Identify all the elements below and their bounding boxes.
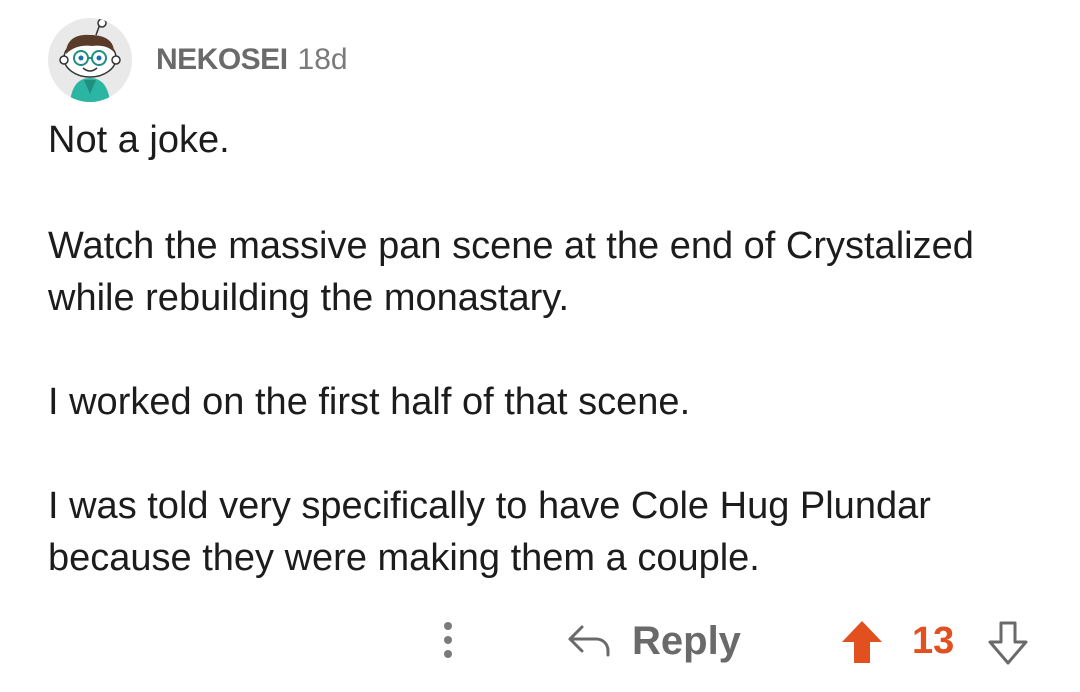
kebab-menu-icon	[444, 622, 452, 630]
comment-age: 18d	[297, 43, 348, 76]
comment-paragraph: I was told very specifically to have Col…	[48, 485, 931, 579]
reply-label: Reply	[632, 618, 741, 663]
downvote-arrow-icon	[988, 621, 1028, 665]
kebab-menu-dot	[444, 650, 452, 658]
more-options-button[interactable]	[436, 618, 460, 662]
comment-header: NEKOSEI 18d	[48, 18, 348, 102]
comment: NEKOSEI 18d Not a joke. Watch the massiv…	[0, 0, 1080, 692]
vote-score: 13	[912, 620, 955, 662]
comment-paragraph: Watch the massive pan scene at the end o…	[48, 225, 974, 319]
kebab-menu-dot	[444, 636, 452, 644]
downvote-button[interactable]	[986, 620, 1030, 673]
comment-paragraph: I worked on the first half of that scene…	[48, 381, 691, 423]
reply-arrow-icon	[568, 625, 610, 657]
comment-actions: Reply 13	[0, 612, 1080, 672]
reply-button[interactable]: Reply	[566, 616, 741, 666]
upvote-arrow-icon	[842, 621, 882, 663]
comment-author[interactable]: NEKOSEI	[156, 43, 288, 77]
snoo-avatar-icon	[59, 18, 121, 102]
upvote-button[interactable]	[838, 618, 886, 671]
comment-paragraph: Not a joke.	[48, 119, 230, 161]
avatar[interactable]	[48, 18, 132, 102]
